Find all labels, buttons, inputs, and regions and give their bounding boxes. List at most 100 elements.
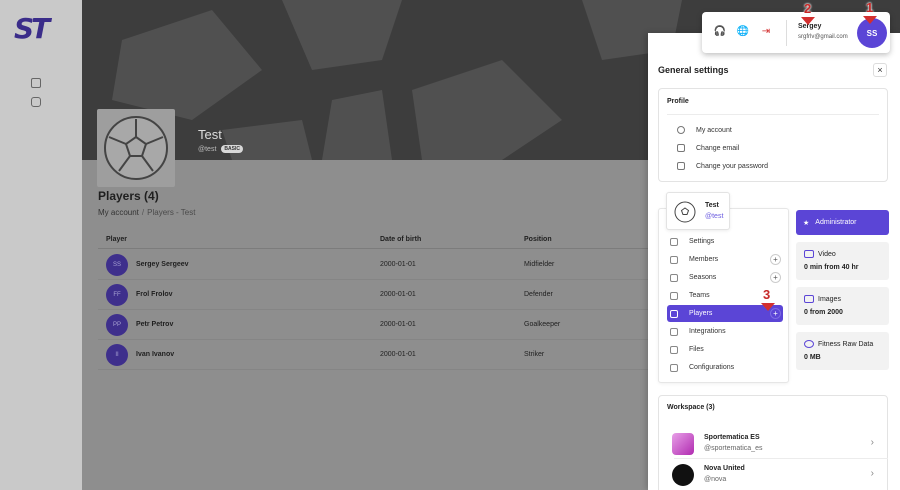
headset-icon[interactable]: 🎧 [714, 25, 726, 37]
annotation-marker-2: 2 [804, 1, 812, 16]
video-icon [804, 250, 814, 258]
stat-video: Video 0 min from 40 hr [796, 242, 889, 280]
breadcrumb-current: Players - Test [147, 208, 196, 217]
left-rail: ST [0, 0, 82, 490]
breadcrumb-separator: / [141, 208, 145, 217]
team-logo [97, 109, 175, 187]
breadcrumb: My account / Players - Test [98, 208, 195, 217]
menu-item-seasons[interactable]: Seasons + [667, 269, 783, 286]
stat-label: Images [818, 295, 841, 303]
my-account-label: My account [696, 126, 732, 134]
workspace-logo [672, 464, 694, 486]
menu-item-members[interactable]: Members + [667, 251, 783, 268]
workspace-title: Workspace (3) [667, 404, 715, 411]
player-dob: 2000-01-01 [380, 321, 416, 328]
menu-label: Seasons [689, 274, 717, 281]
star-icon: ★ [803, 219, 810, 227]
player-position: Midfielder [524, 261, 555, 268]
player-name: Petr Petrov [136, 321, 174, 328]
avatar: PP [106, 314, 128, 336]
globe-icon[interactable]: 🌐 [737, 25, 749, 37]
table-row[interactable]: FF Frol Frolov 2000-01-01 Defender [98, 280, 658, 310]
my-account-link[interactable]: My account [677, 126, 732, 134]
menu-label: Files [689, 346, 704, 353]
player-name: Ivan Ivanov [136, 351, 175, 358]
fitness-icon [804, 340, 814, 348]
table-header: Player Date of birth Position [98, 231, 658, 249]
column-dob[interactable]: Date of birth [380, 236, 421, 243]
player-position: Goalkeeper [524, 321, 561, 328]
player-position: Defender [524, 291, 553, 298]
change-email-label: Change email [696, 144, 740, 152]
account-email: srgfrlv@gmail.com [798, 34, 848, 40]
annotation-arrow-3 [761, 303, 775, 311]
column-player[interactable]: Player [106, 236, 127, 243]
members-icon [670, 255, 678, 264]
stat-value: 0 from 2000 [804, 309, 843, 316]
close-button[interactable]: × [873, 63, 887, 77]
menu-label: Integrations [689, 328, 726, 335]
change-password-label: Change your password [696, 162, 768, 170]
seasons-icon [670, 273, 678, 282]
add-season-button[interactable]: + [770, 272, 781, 283]
breadcrumb-root[interactable]: My account [98, 208, 139, 217]
teams-icon [670, 291, 678, 300]
menu-item-files[interactable]: Files [667, 341, 783, 358]
profile-card: Profile My account Change email Change y… [658, 88, 888, 182]
players-icon [670, 309, 678, 318]
workspace-name: Nova United [704, 465, 745, 472]
wrench-icon [670, 363, 678, 372]
menu-item-integrations[interactable]: Integrations [667, 323, 783, 340]
logout-icon[interactable]: ⇥ [760, 25, 772, 37]
add-member-button[interactable]: + [770, 254, 781, 265]
menu-label: Teams [689, 292, 710, 299]
avatar: II [106, 344, 128, 366]
plan-badge: BASIC [221, 145, 243, 153]
workspace-item[interactable]: Sportematica ES @sportematica_es › [664, 429, 878, 457]
change-password-link[interactable]: Change your password [677, 162, 768, 170]
team-card-name: Test [705, 202, 719, 209]
avatar: FF [106, 284, 128, 306]
files-icon [670, 345, 678, 354]
menu-label: Members [689, 256, 719, 263]
team-card[interactable]: Test @test [666, 192, 730, 230]
mail-icon [677, 144, 685, 152]
avatar: SS [106, 254, 128, 276]
stat-fitness: Fitness Raw Data 0 MB [796, 332, 889, 370]
hexagon-icon[interactable] [31, 97, 41, 107]
workspace-item[interactable]: Nova United @nova › [664, 460, 878, 488]
table-row[interactable]: II Ivan Ivanov 2000-01-01 Striker [98, 340, 658, 370]
menu-item-settings[interactable]: Settings [667, 233, 783, 250]
player-dob: 2000-01-01 [380, 261, 416, 268]
edit-icon[interactable] [31, 78, 41, 88]
player-name: Sergey Sergeev [136, 261, 189, 268]
workspace-handle: @nova [704, 476, 727, 483]
image-icon [804, 295, 814, 303]
page-title: Players (4) [98, 189, 159, 203]
player-name: Frol Frolov [136, 291, 173, 298]
player-dob: 2000-01-01 [380, 351, 416, 358]
team-handle: @test BASIC [198, 145, 243, 153]
table-row[interactable]: PP Petr Petrov 2000-01-01 Goalkeeper [98, 310, 658, 340]
change-email-link[interactable]: Change email [677, 144, 739, 152]
workspace-name: Sportematica ES [704, 434, 760, 441]
panel-title: General settings [658, 65, 729, 75]
brand-logo[interactable]: ST [14, 12, 50, 45]
annotation-arrow-2 [801, 17, 815, 25]
team-handle-text: @test [198, 145, 217, 153]
workspace-handle: @sportematica_es [704, 445, 763, 452]
user-icon [677, 126, 685, 134]
general-settings-panel: General settings × Profile My account Ch… [648, 33, 900, 490]
role-label: Administrator [815, 219, 857, 226]
menu-label: Settings [689, 238, 715, 245]
stat-label: Fitness Raw Data [818, 340, 874, 348]
annotation-arrow-1 [863, 16, 877, 24]
menu-label: Players [689, 310, 713, 317]
profile-title: Profile [667, 98, 689, 105]
table-row[interactable]: SS Sergey Sergeev 2000-01-01 Midfielder [98, 250, 658, 280]
workspace-logo [672, 433, 694, 455]
menu-item-configurations[interactable]: Configurations [667, 359, 783, 376]
football-icon [674, 201, 696, 223]
team-name: Test [198, 127, 222, 142]
column-position[interactable]: Position [524, 236, 552, 243]
